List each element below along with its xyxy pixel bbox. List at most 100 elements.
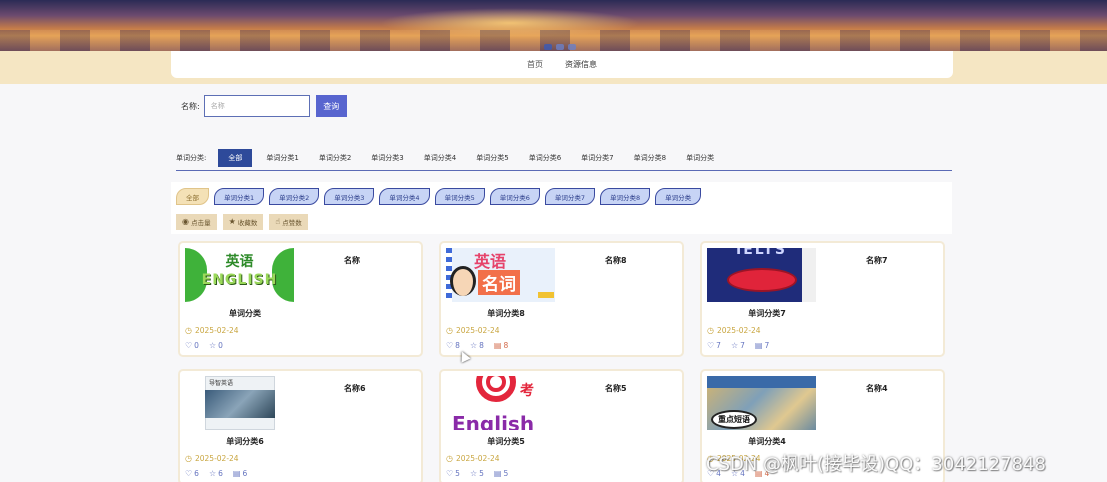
category-tab-8[interactable]: 单词分类8	[634, 153, 666, 163]
card-date: ◷ 2025-02-24	[185, 454, 239, 463]
category-tab-all[interactable]: 全部	[218, 149, 253, 167]
category-tab-1[interactable]: 单词分类1	[266, 153, 298, 163]
card-category: 单词分类7	[748, 309, 786, 318]
card-name: 名称8	[605, 256, 627, 265]
like-count[interactable]: ♡ 5	[446, 469, 460, 478]
fav-count-text: 7	[740, 341, 745, 350]
category-tab-4[interactable]: 单词分类4	[424, 153, 456, 163]
category-tab-5[interactable]: 单词分类5	[476, 153, 508, 163]
sort-clicks-label: 点击量	[191, 219, 211, 227]
fav-count-text: 6	[218, 469, 223, 478]
thumbnail-text: ENGLISH	[201, 272, 278, 288]
category-tab-9[interactable]: 单词分类	[686, 153, 714, 163]
card-name: 名称	[344, 256, 360, 265]
pill-8[interactable]: 单词分类8	[599, 188, 651, 205]
like-count-text: 7	[716, 341, 721, 350]
fav-count-text: 8	[479, 341, 484, 350]
card-date: ◷ 2025-02-24	[707, 326, 761, 335]
comment-count[interactable]: ▤ 7	[755, 341, 769, 350]
resource-card[interactable]: 导智英语 名称6 单词分类6 ◷ 2025-02-24 ♡ 6 ☆ 6 ▤ 6	[178, 369, 423, 482]
pill-5[interactable]: 单词分类5	[434, 188, 485, 205]
nav-item-home[interactable]: 首页	[527, 59, 543, 70]
search-label: 名称:	[181, 101, 200, 111]
card-thumbnail[interactable]: 导智英语	[185, 376, 294, 430]
card-thumbnail[interactable]: 考 English	[446, 376, 555, 430]
fav-count[interactable]: ☆ 7	[731, 341, 745, 350]
thumbnail-text: 导智英语	[209, 380, 234, 387]
card-date: ◷ 2025-02-24	[185, 326, 239, 335]
fav-count-text: 5	[479, 469, 484, 478]
comment-count-text: 6	[242, 469, 248, 478]
card-thumbnail[interactable]: 英语 名词	[446, 248, 555, 302]
like-count-text: 6	[194, 469, 199, 478]
comment-count[interactable]: ▤ 6	[233, 469, 247, 478]
carousel-dot-3[interactable]	[568, 44, 576, 50]
carousel-dot-2[interactable]	[556, 44, 564, 50]
card-name: 名称6	[344, 384, 366, 393]
star-icon: ☆	[730, 340, 739, 350]
fav-count[interactable]: ☆ 5	[470, 469, 484, 478]
category-tab-7[interactable]: 单词分类7	[581, 153, 613, 163]
card-name: 名称7	[866, 256, 888, 265]
sort-favs-label: 收藏数	[237, 219, 258, 227]
star-icon: ☆	[208, 468, 217, 478]
thumbs-up-icon: ♡	[446, 468, 454, 478]
card-thumbnail[interactable]: 重点短语	[707, 376, 816, 430]
pill-all[interactable]: 全部	[176, 188, 209, 205]
star-icon: ☆	[469, 340, 478, 350]
pill-7[interactable]: 单词分类7	[544, 188, 595, 205]
sort-buttons: ◉ 点击量 ★ 收藏数 ☝ 点赞数	[176, 214, 308, 230]
comment-count-text: 8	[503, 341, 509, 350]
pill-4[interactable]: 单词分类4	[379, 188, 430, 205]
category-tab-2[interactable]: 单词分类2	[319, 153, 351, 163]
sort-likes-button[interactable]: ☝ 点赞数	[269, 214, 308, 230]
fav-count[interactable]: ☆ 0	[209, 341, 223, 350]
card-thumbnail[interactable]: IELTS	[707, 248, 816, 302]
card-category: 单词分类	[229, 309, 261, 318]
filter-panel: 全部 单词分类1 单词分类2 单词分类3 单词分类4 单词分类5 单词分类6 单…	[171, 182, 952, 234]
search-button[interactable]: 查询	[315, 95, 347, 117]
thumbnail-text: 考	[520, 383, 534, 399]
resource-card[interactable]: 考 English 名称5 单词分类5 ◷ 2025-02-24 ♡ 5 ☆ 5 ▤ 5	[439, 369, 684, 482]
clock-icon: ◷	[185, 325, 192, 335]
resource-card[interactable]: 英语 ENGLISH 名称 单词分类 ◷ 2025-02-24 ♡ 0 ☆ 0	[178, 241, 423, 357]
comment-count[interactable]: ▤ 5	[494, 469, 508, 478]
sort-favs-button[interactable]: ★ 收藏数	[222, 214, 264, 230]
star-icon: ☆	[469, 468, 478, 478]
thumbs-up-icon: ♡	[185, 468, 193, 478]
thumbnail-text: 重点短语	[711, 410, 757, 429]
carousel-dot-1[interactable]	[544, 44, 552, 50]
category-tab-6[interactable]: 单词分类6	[529, 153, 561, 163]
clock-icon: ◷	[446, 325, 453, 335]
like-count[interactable]: ♡ 0	[185, 341, 199, 350]
fav-count[interactable]: ☆ 6	[209, 469, 223, 478]
pill-1[interactable]: 单词分类1	[214, 188, 265, 205]
like-count[interactable]: ♡ 8	[446, 341, 460, 350]
pill-2[interactable]: 单词分类2	[269, 188, 320, 205]
fav-count[interactable]: ☆ 8	[470, 341, 484, 350]
sort-likes-label: 点赞数	[282, 219, 302, 227]
thumbnail-decoration	[727, 268, 797, 292]
search-input[interactable]: 名称	[203, 95, 310, 117]
star-icon: ☆	[208, 340, 217, 350]
comment-icon: ▤	[754, 340, 763, 350]
comment-count[interactable]: ▤ 8	[494, 341, 508, 350]
thumbnail-decoration	[450, 266, 476, 296]
pill-3[interactable]: 单词分类3	[324, 188, 375, 205]
card-date-text: 2025-02-24	[194, 454, 239, 463]
thumbs-up-icon: ☝	[275, 217, 281, 226]
comment-icon: ▤	[232, 468, 241, 478]
like-count[interactable]: ♡ 6	[185, 469, 199, 478]
resource-card[interactable]: IELTS 名称7 单词分类7 ◷ 2025-02-24 ♡ 7 ☆ 7 ▤ 7	[700, 241, 945, 357]
category-tab-3[interactable]: 单词分类3	[371, 153, 403, 163]
card-date: ◷ 2025-02-24	[446, 454, 500, 463]
nav-item-resources[interactable]: 资源信息	[565, 59, 597, 70]
resource-card[interactable]: 英语 名词 名称8 单词分类8 ◷ 2025-02-24 ♡ 8 ☆ 8 ▤ 8	[439, 241, 684, 357]
pill-9[interactable]: 单词分类	[655, 188, 702, 205]
like-count[interactable]: ♡ 7	[707, 341, 721, 350]
card-thumbnail[interactable]: 英语 ENGLISH	[185, 248, 294, 302]
sort-clicks-button[interactable]: ◉ 点击量	[176, 214, 217, 230]
carousel-indicators[interactable]	[544, 44, 576, 50]
pill-6[interactable]: 单词分类6	[489, 188, 540, 205]
card-stats: ♡ 8 ☆ 8 ▤ 8	[446, 341, 508, 350]
